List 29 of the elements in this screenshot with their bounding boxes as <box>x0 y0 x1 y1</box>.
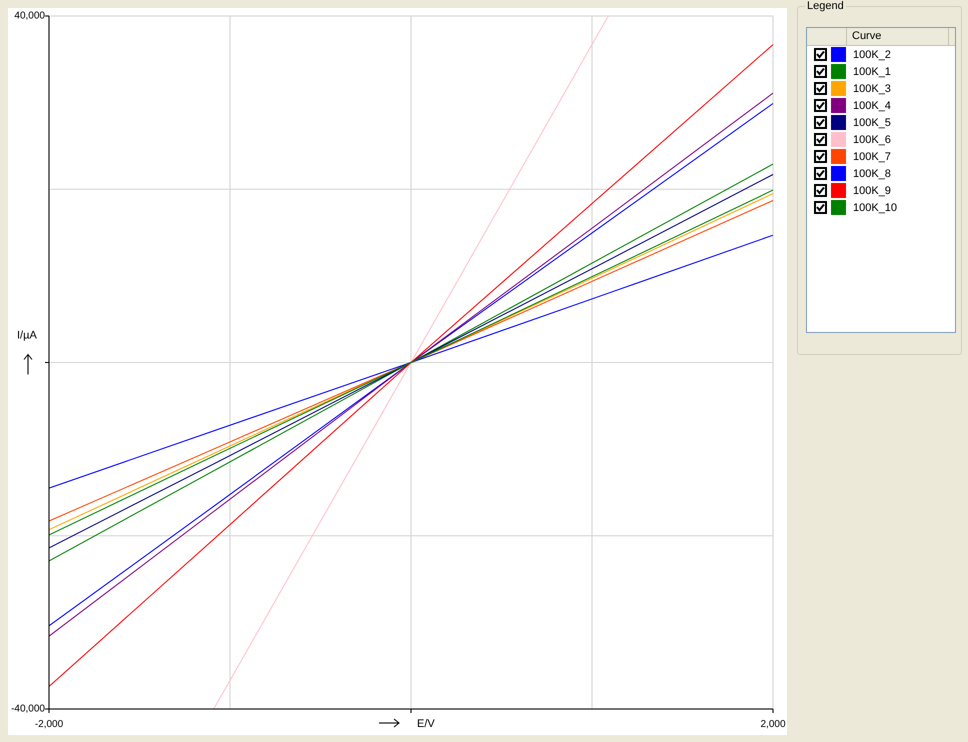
checkbox[interactable] <box>814 184 827 197</box>
checkbox[interactable] <box>814 65 827 78</box>
checkbox[interactable] <box>814 133 827 146</box>
curve-name: 100K_5 <box>853 116 891 128</box>
checkbox[interactable] <box>814 116 827 129</box>
curve-name: 100K_10 <box>853 202 898 214</box>
y-tick-label: -40,000 <box>11 704 45 715</box>
checkbox[interactable] <box>814 150 827 163</box>
checkbox[interactable] <box>814 167 827 180</box>
legend-title: Legend <box>805 0 846 12</box>
y-axis-title: I/µA <box>17 330 37 342</box>
x-tick-label: -2,000 <box>34 719 64 730</box>
curve-name: 100K_6 <box>853 134 891 146</box>
curve-name: 100K_2 <box>853 48 891 60</box>
checkbox[interactable] <box>814 48 827 61</box>
right-arrow-icon <box>378 718 400 728</box>
curve-name: 100K_8 <box>853 168 891 180</box>
up-arrow-icon <box>24 354 32 375</box>
checkbox[interactable] <box>814 99 827 112</box>
curve-name: 100K_7 <box>853 150 891 162</box>
checkbox[interactable] <box>814 82 827 95</box>
curve-name: 100K_4 <box>853 100 891 112</box>
x-tick-label: 2,000 <box>760 719 786 730</box>
x-axis-title: E/V <box>417 718 435 730</box>
curve-name: 100K_1 <box>853 66 891 78</box>
checkbox[interactable] <box>814 201 827 214</box>
curve-name: 100K_3 <box>853 82 891 94</box>
curve-name: 100K_9 <box>853 184 891 196</box>
y-tick-label: 40,000 <box>14 10 45 22</box>
